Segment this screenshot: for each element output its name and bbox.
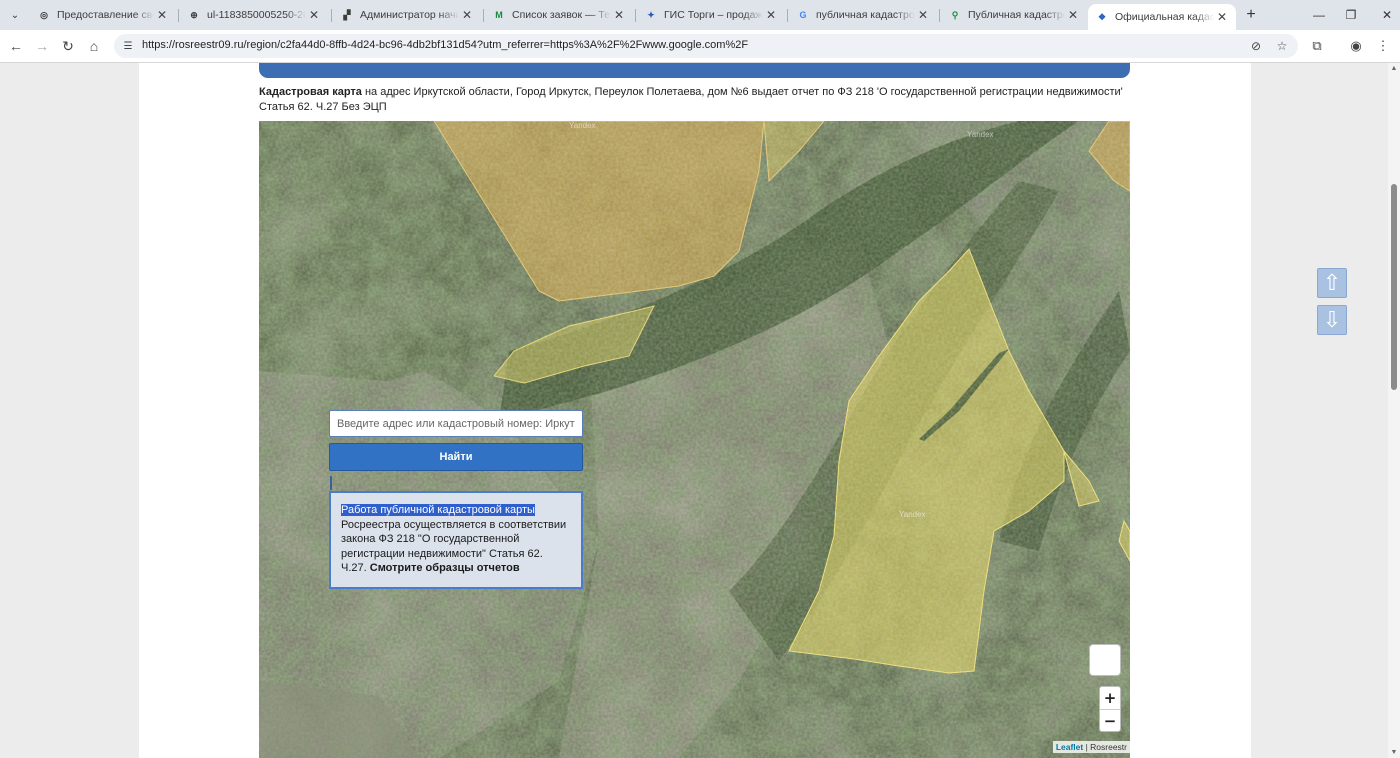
tab-strip: ⌄ ◎ Предоставление сведений ✕ ⊕ ul-11838… (0, 0, 1400, 30)
map-watermark: Yandex (967, 130, 994, 139)
zoom-control: + − (1099, 686, 1121, 732)
leaflet-link[interactable]: Leaflet (1056, 742, 1083, 752)
globe-icon: ⊕ (190, 9, 198, 20)
home-icon[interactable]: ⌂ (84, 36, 104, 56)
tab-search-chevron-icon[interactable]: ⌄ (5, 5, 25, 25)
eye-off-icon[interactable]: ⊘ (1248, 38, 1264, 54)
close-tab-icon[interactable]: ✕ (154, 8, 170, 22)
info-notice: Работа публичной кадастровой карты Росре… (329, 491, 583, 589)
close-tab-icon[interactable]: ✕ (306, 8, 322, 22)
zoom-in-button[interactable]: + (1100, 687, 1120, 710)
close-tab-icon[interactable]: ✕ (459, 8, 475, 22)
page-content: Кадастровая карта на адрес Иркутской обл… (139, 63, 1251, 758)
bookmark-star-icon[interactable]: ☆ (1274, 38, 1290, 54)
satellite-imagery (259, 121, 1130, 758)
tab-7[interactable]: ⚲ Публичная кадастровая карта ✕ (941, 4, 1087, 26)
header-banner (259, 63, 1130, 78)
find-button[interactable]: Найти (329, 443, 583, 471)
maps-pin-icon: ⚲ (951, 9, 959, 20)
google-icon: G (799, 10, 807, 20)
info-highlight: Работа публичной кадастровой карты (341, 504, 535, 516)
intro-text: на адрес Иркутской области, Город Иркутс… (259, 86, 1123, 113)
site-info-icon[interactable]: ☰ (121, 39, 135, 53)
close-tab-icon[interactable]: ✕ (915, 8, 931, 22)
attribution-text: Rosreestr (1090, 742, 1127, 752)
intro-bold: Кадастровая карта (259, 86, 362, 98)
scrollbar-thumb[interactable] (1391, 184, 1397, 390)
back-icon[interactable]: ← (6, 36, 26, 56)
address-bar[interactable]: ☰ https://rosreestr09.ru/region/c2fa44d0… (114, 34, 1298, 58)
profile-icon[interactable]: ◉ (1346, 36, 1366, 56)
tab-1[interactable]: ◎ Предоставление сведений ✕ (30, 4, 176, 26)
map-watermark: Yandex (569, 121, 596, 130)
scroll-up-button[interactable]: ⇧ (1317, 268, 1347, 298)
service-icon: ◎ (40, 9, 48, 20)
page-viewport: Кадастровая карта на адрес Иркутской обл… (0, 63, 1388, 758)
scroll-arrow-down-icon[interactable]: ▼ (1390, 749, 1398, 756)
close-tab-icon[interactable]: ✕ (763, 8, 779, 22)
menu-dots-icon[interactable]: ⋮ (1373, 36, 1393, 56)
close-tab-icon[interactable]: ✕ (1065, 8, 1081, 22)
forward-icon[interactable]: → (32, 36, 52, 56)
reload-icon[interactable]: ↻ (58, 36, 78, 56)
gis-icon: ✦ (647, 9, 655, 20)
new-tab-button[interactable]: + (1240, 4, 1262, 26)
url-text[interactable]: https://rosreestr09.ru/region/c2fa44d0-8… (142, 39, 748, 51)
close-window-icon[interactable]: ✕ (1364, 0, 1400, 30)
tab-2[interactable]: ⊕ ul-1183850005250-20260 ✕ (180, 4, 328, 26)
extensions-icon[interactable]: ⧉ (1307, 36, 1327, 56)
zoom-out-button[interactable]: − (1100, 710, 1120, 732)
scroll-down-button[interactable]: ⇩ (1317, 305, 1347, 335)
gmail-icon: M (495, 10, 503, 20)
page-scrollbar[interactable]: ▲ ▼ (1388, 63, 1400, 758)
address-search-input[interactable] (329, 410, 583, 437)
map-watermark: Yandex (899, 510, 926, 519)
admin-icon: ▞ (343, 9, 351, 20)
tab-6[interactable]: G публичная кадастровая карта ✕ (789, 4, 937, 26)
intro-paragraph: Кадастровая карта на адрес Иркутской обл… (259, 85, 1129, 114)
samples-link[interactable]: Смотрите образцы отчетов (370, 562, 520, 574)
tab-4[interactable]: M Список заявок — Технология ✕ (485, 4, 633, 26)
map-attribution: Leaflet | Rosreestr (1052, 741, 1130, 753)
close-tab-icon[interactable]: ✕ (611, 8, 627, 22)
layers-control[interactable] (1089, 644, 1121, 676)
tab-5[interactable]: ✦ ГИС Торги – продажи государственного ✕ (637, 4, 785, 26)
close-tab-icon[interactable]: ✕ (1214, 10, 1230, 24)
browser-toolbar: ← → ↻ ⌂ ☰ https://rosreestr09.ru/region/… (0, 30, 1400, 63)
tab-3[interactable]: ▞ Администратор начислений ✕ (333, 4, 481, 26)
scroll-arrow-up-icon[interactable]: ▲ (1390, 65, 1398, 72)
tab-active[interactable]: ❖ Официальная кадастровая ✕ (1088, 4, 1236, 30)
cadastral-map[interactable]: Yandex Yandex Yandex Найти Работа публич… (259, 121, 1130, 758)
info-box-caret (330, 476, 332, 490)
rosreestr-icon: ❖ (1097, 11, 1107, 22)
